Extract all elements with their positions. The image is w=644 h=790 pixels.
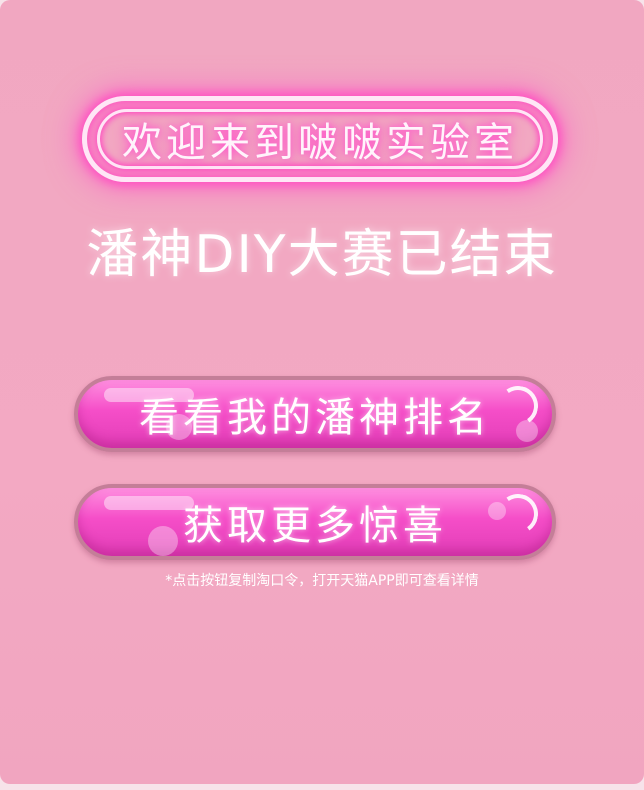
view-ranking-label: 看看我的潘神排名 (139, 395, 491, 441)
bubble-decoration (148, 526, 178, 556)
get-surprise-label: 获取更多惊喜 (183, 503, 447, 549)
activity-card: 欢迎来到啵啵实验室 潘神DIY大赛已结束 看看我的潘神排名 获取更多惊喜 *点击… (0, 0, 644, 784)
get-surprise-button[interactable]: 获取更多惊喜 (74, 484, 556, 560)
highlight-arc-icon (494, 490, 542, 538)
button-shine (104, 496, 194, 510)
instruction-note: *点击按钮复制淘口令，打开天猫APP即可查看详情 (165, 573, 479, 589)
welcome-neon-sign: 欢迎来到啵啵实验室 (82, 96, 558, 182)
welcome-text: 欢迎来到啵啵实验室 (122, 120, 518, 166)
contest-ended-headline: 潘神DIY大赛已结束 (86, 225, 558, 285)
view-ranking-button[interactable]: 看看我的潘神排名 (74, 376, 556, 452)
